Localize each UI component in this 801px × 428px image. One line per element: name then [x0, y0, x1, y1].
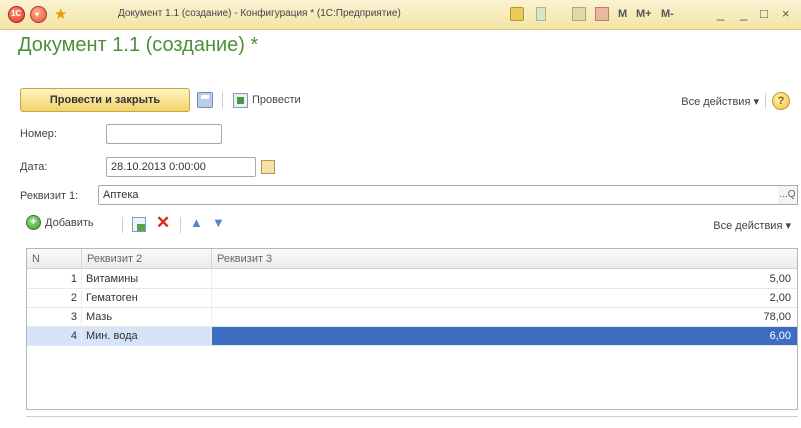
column-header-req3[interactable]: Реквизит 3 [212, 249, 797, 269]
memory-plus-button[interactable]: M+ [636, 8, 652, 20]
link-icon[interactable] [536, 7, 546, 21]
table-row[interactable]: 3 Мазь 78,00 [27, 308, 797, 327]
delete-row-icon[interactable]: ✕ [156, 213, 170, 233]
date-field[interactable]: 28.10.2013 0:00:00 [106, 157, 256, 177]
move-down-icon[interactable]: ▼ [212, 214, 225, 232]
number-field[interactable] [106, 124, 222, 144]
column-header-n[interactable]: N [27, 249, 82, 269]
cell-req3: 78,00 [763, 311, 791, 323]
toolbar-separator [222, 92, 223, 108]
minimize-window-button[interactable]: _ [740, 6, 747, 21]
all-actions-menu[interactable]: Все действия ▾ [681, 95, 759, 108]
post-and-close-button[interactable]: Провести и закрыть [20, 88, 190, 112]
add-row-button[interactable]: + Добавить [26, 215, 94, 230]
toolbar-separator [122, 217, 123, 233]
memory-m-button[interactable]: M [618, 8, 627, 20]
post-document-icon [233, 92, 248, 108]
date-label: Дата: [20, 161, 48, 173]
cell-req2: Мазь [82, 308, 212, 327]
cell-req3[interactable]: 6,00 [212, 327, 797, 346]
toolbar-separator [765, 93, 766, 109]
cell-req2: Витамины [82, 270, 212, 289]
number-label: Номер: [20, 128, 57, 140]
req1-field[interactable]: Аптека [98, 185, 779, 205]
toolbar-separator [180, 217, 181, 233]
cell-req2: Мин. вода [82, 327, 212, 346]
select-icon[interactable]: ...Q [778, 185, 798, 205]
app-logo-icon[interactable]: 1С [8, 6, 25, 23]
help-icon[interactable]: ? [772, 92, 790, 110]
cell-n: 2 [27, 289, 82, 308]
cell-n: 1 [27, 270, 82, 289]
post-button[interactable]: Провести [233, 91, 301, 109]
window-title: Документ 1.1 (создание) - Конфигурация *… [118, 8, 401, 19]
table-row-selected[interactable]: 4 Мин. вода 6,00 [27, 327, 797, 346]
cell-n: 4 [27, 327, 82, 346]
items-table[interactable]: N Реквизит 2 Реквизит 3 1 Витамины 5,00 … [26, 248, 798, 410]
main-menu-icon[interactable]: ▾ [30, 6, 47, 23]
calendar-icon[interactable] [595, 7, 609, 21]
req1-label: Реквизит 1: [20, 190, 79, 202]
memory-minus-button[interactable]: M- [661, 8, 674, 20]
calendar-picker-icon[interactable] [261, 160, 275, 174]
cell-req3: 5,00 [769, 273, 791, 285]
copy-row-icon[interactable] [132, 217, 146, 232]
table-header: N Реквизит 2 Реквизит 3 [27, 249, 797, 269]
add-row-label: Добавить [45, 216, 94, 229]
minimize-form-button[interactable]: _ [717, 6, 724, 21]
window-titlebar: 1С ▾ ★ Документ 1.1 (создание) - Конфигу… [0, 0, 801, 30]
form-title: Документ 1.1 (создание) * [18, 34, 259, 56]
table-row[interactable]: 2 Гематоген 2,00 [27, 289, 797, 308]
save-icon[interactable] [197, 92, 213, 108]
table-row[interactable]: 1 Витамины 5,00 [27, 270, 797, 289]
maximize-window-button[interactable]: □ [760, 6, 768, 21]
move-up-icon[interactable]: ▲ [190, 214, 203, 232]
column-header-req2[interactable]: Реквизит 2 [82, 249, 212, 269]
cell-n: 3 [27, 308, 82, 327]
post-button-label: Провести [252, 94, 301, 106]
table-all-actions-menu[interactable]: Все действия ▾ [713, 219, 791, 232]
close-window-button[interactable]: × [782, 6, 790, 21]
favorite-add-icon[interactable] [510, 7, 524, 21]
app-logo-text: 1С [11, 9, 22, 18]
cell-req3: 2,00 [769, 292, 791, 304]
cell-req2: Гематоген [82, 289, 212, 308]
favorites-star-icon[interactable]: ★ [54, 6, 67, 23]
plus-icon: + [26, 215, 41, 230]
calculator-icon[interactable] [572, 7, 586, 21]
form-bottom-divider [26, 416, 798, 417]
